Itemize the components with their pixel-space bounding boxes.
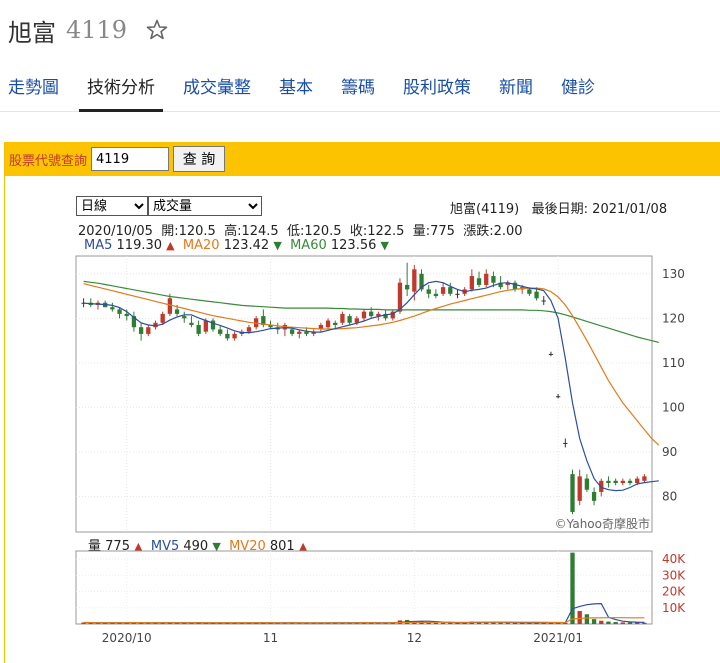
x-tick-label: 2021/01 — [533, 631, 583, 645]
candle-body — [426, 289, 431, 294]
candle-body — [203, 320, 208, 332]
candle-body — [333, 322, 338, 325]
candle-body — [606, 480, 611, 484]
candle-body — [138, 327, 144, 334]
candle-body — [484, 273, 489, 285]
price-tick-label: 130 — [662, 267, 685, 281]
candle-body — [189, 322, 194, 325]
candle-body — [146, 327, 151, 334]
candle-body — [167, 298, 173, 314]
candle-body — [404, 284, 410, 290]
candle-body — [613, 480, 618, 484]
candle-body — [124, 313, 129, 317]
price-chart: 130 120 110 100 90 80 40K 30K 20K 10K 2020/10 11 12 2… — [75, 255, 686, 645]
candle-body — [340, 313, 345, 323]
price-tick-label: 110 — [662, 356, 685, 370]
volume-bar — [613, 622, 618, 624]
candle-body — [584, 478, 590, 490]
candle-body — [196, 325, 201, 334]
candle-body — [527, 289, 532, 294]
candle-body — [448, 287, 453, 294]
candle-body — [246, 327, 252, 332]
x-tick-label: 11 — [263, 631, 278, 645]
candle-body — [347, 316, 352, 323]
volume-bar — [627, 622, 633, 624]
candle-body — [476, 278, 482, 285]
candle-body — [642, 476, 647, 481]
candle-body — [361, 311, 367, 319]
volume-bar — [606, 621, 611, 624]
candle-body — [110, 307, 115, 310]
candle-body — [325, 320, 331, 328]
volume-bar — [577, 611, 582, 624]
volume-bar — [584, 614, 590, 624]
candle-body — [563, 442, 568, 444]
candle-body — [369, 311, 374, 317]
candle-body — [620, 480, 625, 484]
x-tick-label: 12 — [407, 631, 422, 645]
candle-body — [455, 293, 460, 295]
volume-bar — [620, 622, 625, 624]
volume-bar — [440, 622, 446, 624]
candle-body — [297, 331, 302, 334]
candle-body — [354, 318, 359, 323]
volume-bar — [591, 619, 597, 624]
volume-tick-label: 40K — [662, 552, 686, 566]
candle-body — [534, 291, 539, 299]
volume-bar — [570, 552, 575, 624]
candle-body — [117, 309, 122, 314]
candle-body — [548, 353, 554, 355]
candle-body — [555, 396, 561, 398]
volume-bar — [599, 620, 604, 624]
price-tick-label: 80 — [662, 489, 677, 503]
price-tick-label: 100 — [662, 400, 685, 414]
volume-tick-label: 20K — [662, 585, 686, 599]
volume-tick-label: 10K — [662, 601, 686, 615]
candle-body — [469, 276, 475, 290]
price-tick-label: 90 — [662, 445, 677, 459]
candle-body — [174, 309, 180, 314]
candle-body — [541, 300, 546, 302]
candle-body — [627, 480, 633, 484]
candle-body — [210, 320, 216, 330]
candle-body — [225, 333, 230, 339]
yahoo-watermark: ©Yahoo奇摩股市 — [555, 516, 650, 531]
candle-body — [577, 476, 582, 501]
candle-body — [304, 331, 309, 334]
volume-plot-frame — [75, 550, 653, 625]
candle-body — [635, 478, 640, 484]
candle-body — [232, 333, 237, 339]
candle-body — [433, 293, 439, 297]
x-tick-label: 2020/10 — [102, 631, 152, 645]
candle-body — [591, 491, 597, 501]
price-tick-label: 120 — [662, 311, 685, 325]
candle-body — [182, 316, 187, 319]
candle-body — [160, 313, 165, 323]
candle-body — [570, 474, 575, 512]
volume-tick-label: 30K — [662, 568, 686, 582]
candle-body — [412, 269, 417, 292]
candle-body — [218, 329, 223, 334]
candle-body — [491, 276, 496, 283]
candle-body — [440, 287, 446, 294]
price-plot-frame — [75, 255, 653, 533]
candle-body — [289, 329, 295, 334]
